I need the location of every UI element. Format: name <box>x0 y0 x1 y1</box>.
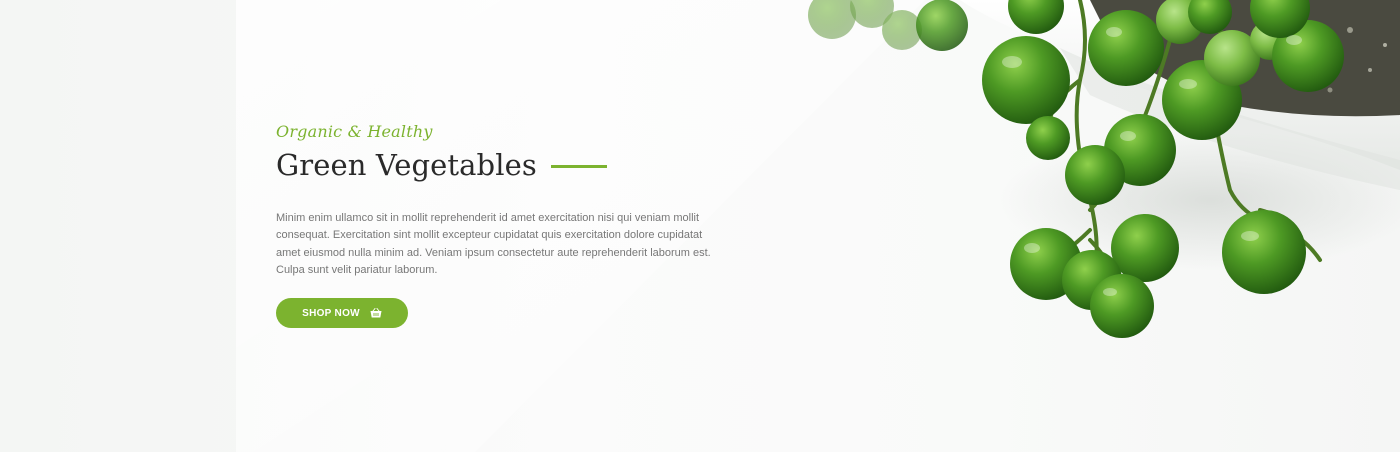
plant-image <box>808 0 1400 338</box>
title-accent-line <box>550 164 607 168</box>
title-row: Green Vegetables <box>276 146 726 184</box>
hero-banner: Organic & Healthy Green Vegetables Minim… <box>0 0 1400 452</box>
hero-subtitle: Organic & Healthy <box>276 122 433 141</box>
hero-title: Green Vegetables <box>276 148 537 182</box>
shop-now-button[interactable]: SHOP NOW <box>276 298 408 328</box>
hero-description: Minim enim ullamco sit in mollit reprehe… <box>276 212 711 276</box>
basket-icon <box>370 308 382 318</box>
shop-now-label: SHOP NOW <box>302 307 360 319</box>
hero-content: Organic & Healthy Green Vegetables Minim… <box>276 122 726 279</box>
